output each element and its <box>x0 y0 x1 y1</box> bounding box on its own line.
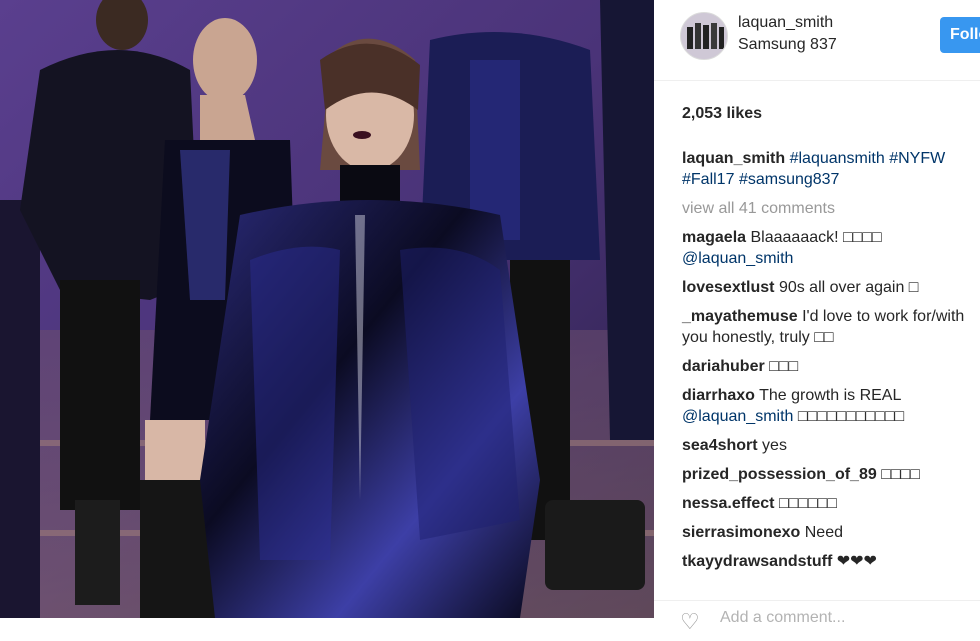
view-all-comments-link[interactable]: view all 41 comments <box>682 198 980 219</box>
hashtag[interactable]: #Fall17 <box>682 171 734 188</box>
comment: sea4short yes <box>682 435 980 456</box>
comment-username[interactable]: diarrhaxo <box>682 387 755 404</box>
comment-text: □□□ <box>769 358 799 375</box>
post-username[interactable]: laquan_smith <box>738 14 833 32</box>
comment-username[interactable]: magaela <box>682 229 746 246</box>
comment-mention[interactable]: @laquan_smith <box>682 250 793 267</box>
comment-text: 90s all over again □ <box>778 279 919 296</box>
comment-text: □□□□ <box>881 466 920 483</box>
comment-username[interactable]: lovesextlust <box>682 279 774 296</box>
post-photo[interactable] <box>0 0 654 618</box>
add-comment-input[interactable]: Add a comment... <box>720 609 845 627</box>
avatar-image <box>681 13 727 59</box>
hashtag[interactable]: #laquansmith <box>790 150 885 167</box>
heart-outline-icon[interactable]: ♡ <box>680 609 700 635</box>
comment-username[interactable]: _mayathemuse <box>682 308 798 325</box>
comment-text-tail: □□□□□□□□□□□ <box>793 408 905 425</box>
comments-list: laquan_smith #laquansmith #NYFW #Fall17 … <box>682 148 980 580</box>
post-location[interactable]: Samsung 837 <box>738 36 837 54</box>
likes-count[interactable]: 2,053 likes <box>682 105 762 123</box>
avatar[interactable] <box>680 12 728 60</box>
post-details-panel: laquan_smith Samsung 837 Follow 2,053 li… <box>654 0 980 634</box>
comment: diarrhaxo The growth is REAL @laquan_smi… <box>682 385 980 427</box>
comment-text: Blaaaaaack! □□□□ <box>750 229 882 246</box>
comment-username[interactable]: nessa.effect <box>682 495 775 512</box>
comment: prized_possession_of_89 □□□□ <box>682 464 980 485</box>
comment: magaela Blaaaaaack! □□□□ @laquan_smith <box>682 227 980 269</box>
comment-text: The growth is REAL <box>759 387 901 404</box>
comment-username[interactable]: dariahuber <box>682 358 765 375</box>
hashtag[interactable]: #samsung837 <box>739 171 840 188</box>
comment: _mayathemuse I'd love to work for/with y… <box>682 306 980 348</box>
comment: sierrasimonexo Need <box>682 522 980 543</box>
caption-username[interactable]: laquan_smith <box>682 150 785 167</box>
comment-username[interactable]: tkayydrawsandstuff <box>682 553 832 570</box>
comment-text: yes <box>762 437 787 454</box>
comment-text: □□□□□□ <box>778 495 837 512</box>
comment: nessa.effect □□□□□□ <box>682 493 980 514</box>
comment-text: ❤❤❤ <box>836 553 877 570</box>
comment: lovesextlust 90s all over again □ <box>682 277 980 298</box>
comment-username[interactable]: sierrasimonexo <box>682 524 800 541</box>
post-header: laquan_smith Samsung 837 Follow <box>654 0 980 81</box>
comment-username[interactable]: sea4short <box>682 437 758 454</box>
comment-text: Need <box>804 524 843 541</box>
comment: tkayydrawsandstuff ❤❤❤ <box>682 551 980 572</box>
add-comment-bar: ♡ Add a comment... <box>654 600 980 641</box>
comment: dariahuber □□□ <box>682 356 980 377</box>
comment-username[interactable]: prized_possession_of_89 <box>682 466 877 483</box>
runway-photo <box>0 0 654 618</box>
hashtag[interactable]: #NYFW <box>889 150 945 167</box>
comment-mention[interactable]: @laquan_smith <box>682 408 793 425</box>
caption: laquan_smith #laquansmith #NYFW #Fall17 … <box>682 148 980 190</box>
follow-button[interactable]: Follow <box>940 17 980 53</box>
